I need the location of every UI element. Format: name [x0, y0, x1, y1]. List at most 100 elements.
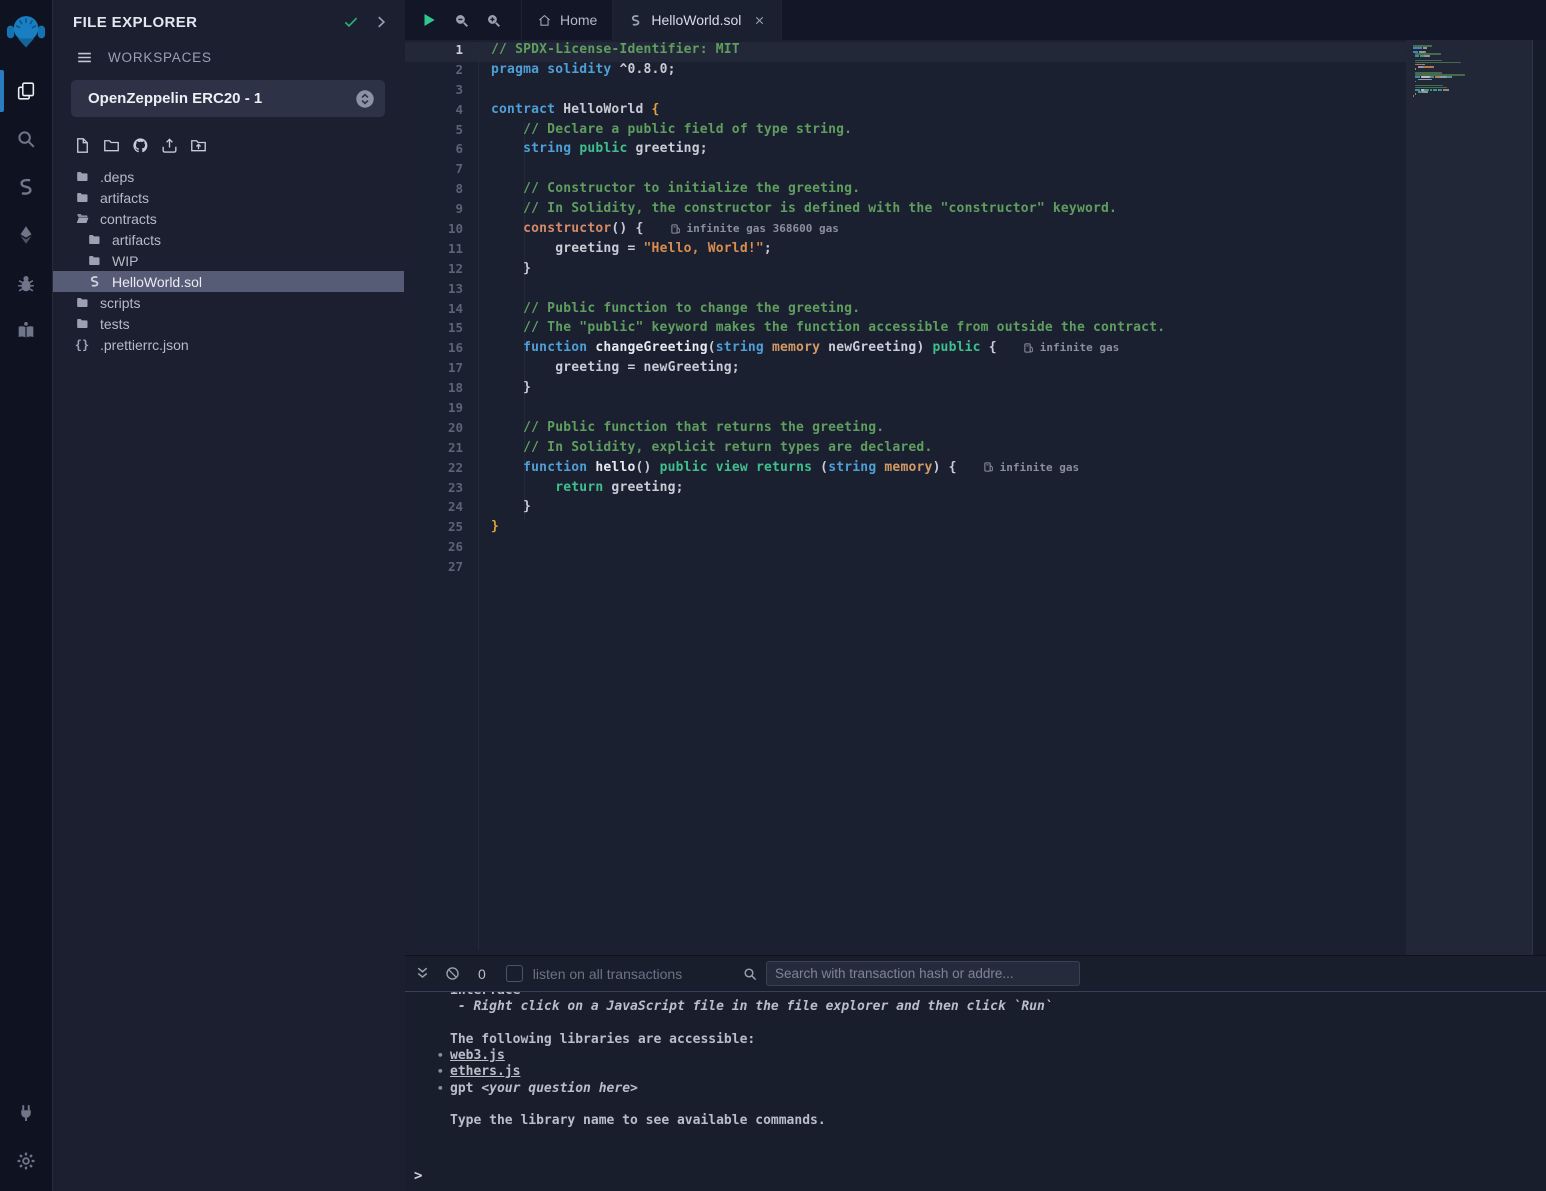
search-icon [15, 128, 37, 150]
activity-file-explorer[interactable] [0, 67, 52, 115]
indent-guide [478, 42, 479, 950]
code-line[interactable] [491, 161, 1412, 181]
activity-plugin-manager[interactable] [0, 1089, 52, 1137]
tree-item-.prettierrc.json[interactable]: {}.prettierrc.json [53, 334, 404, 355]
tree-item-artifacts[interactable]: artifacts [53, 229, 404, 250]
file-tree: .depsartifactscontractsartifactsWIPHello… [53, 163, 404, 355]
bullet: • [437, 1048, 450, 1064]
minimap-line [1413, 99, 1533, 101]
tree-item-tests[interactable]: tests [53, 313, 404, 334]
code-line[interactable] [491, 82, 1412, 102]
line-number: 19 [405, 400, 463, 420]
minimap[interactable] [1406, 40, 1533, 956]
code-line[interactable] [491, 281, 1412, 301]
folder-icon [74, 190, 90, 205]
code-line[interactable]: string public greeting; [491, 141, 1412, 161]
terminal-header: 0 listen on all transactions [405, 956, 1546, 992]
tree-item-HelloWorld.sol[interactable]: HelloWorld.sol [53, 271, 404, 292]
code-line[interactable]: greeting = "Hello, World!"; [491, 241, 1412, 261]
activity-debugger[interactable] [0, 259, 52, 307]
terminal-line [450, 1097, 1546, 1113]
line-number: 16 [405, 340, 463, 360]
tree-item-contracts[interactable]: contracts [53, 208, 404, 229]
clear-console-icon[interactable] [444, 965, 461, 982]
activity-solidity-compiler[interactable] [0, 163, 52, 211]
tree-item-scripts[interactable]: scripts [53, 292, 404, 313]
code-line[interactable]: } [491, 519, 1412, 539]
line-number: 11 [405, 241, 463, 261]
tree-item-WIP[interactable]: WIP [53, 250, 404, 271]
terminal-line [450, 1016, 1546, 1032]
line-number: 10 [405, 221, 463, 241]
solidity-file-icon [86, 274, 102, 289]
workspaces-label: WORKSPACES [108, 50, 212, 65]
code-editor[interactable]: 1234567891011121314151617181920212223242… [405, 40, 1546, 956]
tree-item-.deps[interactable]: .deps [53, 166, 404, 187]
code-line[interactable]: } [491, 261, 1412, 281]
code-line[interactable]: // Public function that returns the gree… [491, 420, 1412, 440]
code-line[interactable]: return greeting; [491, 480, 1412, 500]
code-line[interactable]: // In Solidity, the constructor is defin… [491, 201, 1412, 221]
file-explorer-icon [15, 80, 37, 102]
code-line[interactable]: // The "public" keyword makes the functi… [491, 320, 1412, 340]
publish-to-gist-button[interactable] [131, 136, 150, 155]
code-line[interactable]: // SPDX-License-Identifier: MIT [491, 42, 1412, 62]
code-line[interactable]: constructor() {infinite gas 368600 gas [491, 221, 1412, 241]
code-line[interactable] [491, 400, 1412, 420]
code-line[interactable]: // Public function to change the greetin… [491, 301, 1412, 321]
tree-item-artifacts[interactable]: artifacts [53, 187, 404, 208]
line-number: 25 [405, 519, 463, 539]
workspace-select[interactable]: OpenZeppelin ERC20 - 1 [71, 80, 385, 117]
activity-search[interactable] [0, 115, 52, 163]
upload-file-button[interactable] [160, 136, 179, 155]
code-line[interactable]: function hello() public view returns (st… [491, 460, 1412, 480]
tree-item-label: contracts [100, 211, 157, 227]
activity-remix-logo[interactable] [0, 3, 52, 61]
activity-settings[interactable] [0, 1137, 52, 1185]
scrollbar-gutter[interactable] [1532, 40, 1546, 956]
code-line[interactable] [491, 539, 1412, 559]
terminal-search-input[interactable] [766, 961, 1080, 986]
code-line[interactable]: // Declare a public field of type string… [491, 122, 1412, 142]
code-line[interactable]: // Constructor to initialize the greetin… [491, 181, 1412, 201]
line-number: 6 [405, 141, 463, 161]
code-line[interactable]: pragma solidity ^0.8.0; [491, 62, 1412, 82]
line-number: 9 [405, 201, 463, 221]
activity-bar [0, 0, 53, 1191]
line-number: 1 [405, 42, 463, 62]
run-script-button[interactable] [420, 11, 438, 29]
solidity-compiler-icon [15, 176, 37, 198]
upload-folder-icon [189, 136, 208, 155]
activity-learneth[interactable] [0, 307, 52, 355]
chevron-right-icon[interactable] [372, 13, 390, 31]
collapse-terminal-icon[interactable] [414, 965, 431, 982]
code-line[interactable]: } [491, 499, 1412, 519]
tab-home[interactable]: Home [521, 0, 613, 40]
activity-deploy-run[interactable] [0, 211, 52, 259]
code-line[interactable]: } [491, 380, 1412, 400]
listen-transactions-checkbox[interactable] [506, 965, 523, 982]
zoom-out-button[interactable] [453, 12, 470, 29]
upload-folder-button[interactable] [189, 136, 208, 155]
tree-item-label: .prettierrc.json [100, 337, 189, 353]
tab-helloworld-sol[interactable]: HelloWorld.sol [613, 0, 782, 40]
updown-icon [354, 88, 376, 110]
code-line[interactable]: greeting = newGreeting; [491, 360, 1412, 380]
code-line[interactable]: contract HelloWorld { [491, 102, 1412, 122]
gas-estimate: infinite gas [983, 461, 1079, 474]
line-number: 4 [405, 102, 463, 122]
new-file-button[interactable] [73, 136, 92, 155]
code-line[interactable]: function changeGreeting(string memory ne… [491, 340, 1412, 360]
code-line[interactable]: // In Solidity, explicit return types ar… [491, 440, 1412, 460]
new-folder-button[interactable] [102, 136, 121, 155]
upload-file-icon [160, 136, 179, 155]
code-line[interactable] [491, 559, 1412, 579]
github-icon [131, 136, 150, 155]
terminal-link[interactable]: ethers.js [450, 1064, 520, 1079]
close-icon[interactable] [753, 14, 766, 27]
terminal-link[interactable]: web3.js [450, 1048, 505, 1063]
tab-label: Home [560, 12, 597, 28]
workspaces-menu-button[interactable] [75, 48, 94, 67]
zoom-in-button[interactable] [485, 12, 502, 29]
terminal-prompt[interactable]: > [414, 1168, 422, 1184]
